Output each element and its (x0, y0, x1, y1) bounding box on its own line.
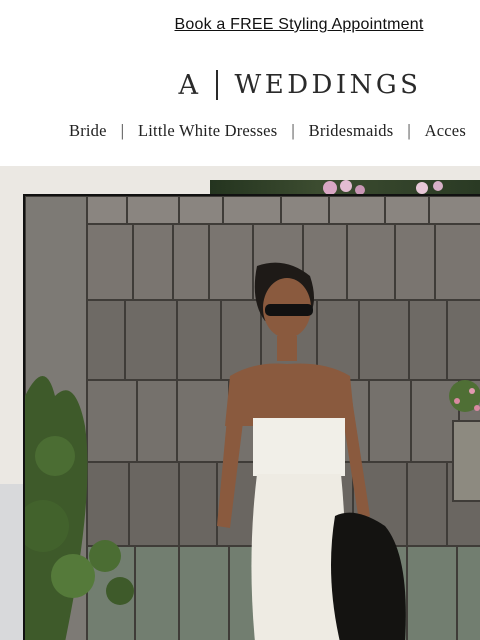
hero-photo[interactable] (23, 194, 480, 640)
planter-right (449, 380, 480, 502)
hero-background-block (0, 484, 24, 640)
logo-letter: A (178, 69, 199, 101)
nav-item-bridesmaids[interactable]: Bridesmaids (309, 121, 394, 141)
nav-separator: | (120, 121, 124, 140)
nav-item-accessories[interactable]: Acces (425, 121, 466, 141)
brand-logo[interactable]: A WEDDINGS (0, 62, 480, 108)
nav-separator: | (407, 121, 411, 140)
promo-banner: Book a FREE Styling Appointment (0, 0, 480, 52)
category-nav: Bride | Little White Dresses | Bridesmai… (69, 118, 466, 144)
nav-item-little-white-dresses[interactable]: Little White Dresses (138, 121, 277, 141)
nav-separator: | (291, 121, 295, 140)
logo-divider (216, 70, 218, 100)
logo-wordmark: WEDDINGS (234, 70, 422, 100)
hero-image (25, 196, 480, 640)
hero-section (0, 166, 480, 640)
nav-item-bride[interactable]: Bride (69, 121, 107, 141)
styling-appointment-link[interactable]: Book a FREE Styling Appointment (175, 16, 424, 34)
